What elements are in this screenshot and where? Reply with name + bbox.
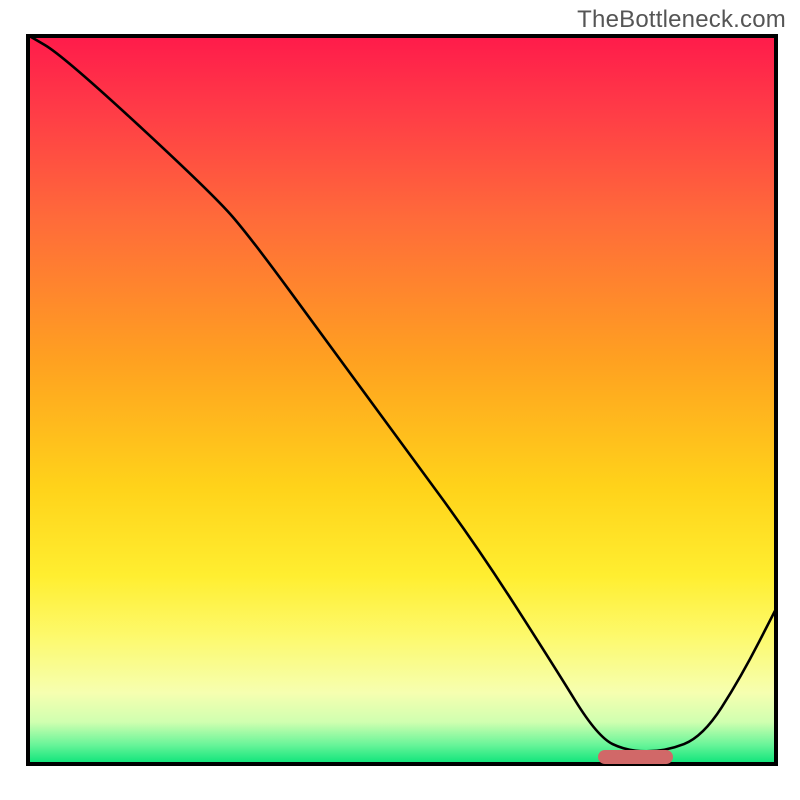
optimal-zone-marker	[598, 750, 673, 764]
watermark-text: TheBottleneck.com	[577, 6, 786, 34]
bottleneck-curve	[26, 34, 778, 766]
